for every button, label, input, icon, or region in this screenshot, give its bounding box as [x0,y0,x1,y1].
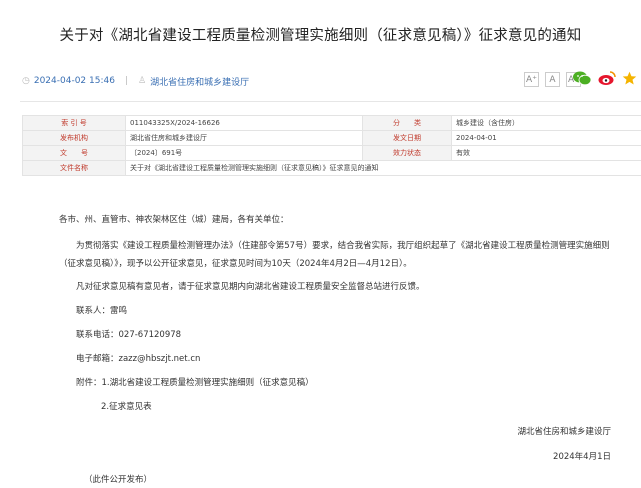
paragraph-purpose: 为贯彻落实《建设工程质量检测管理办法》（住建部令第57号）要求，结合我省实际，我… [59,241,610,269]
document-name: 关于对《湖北省建设工程质量检测管理实施细则（征求意见稿）》征求意见的通知 [125,160,641,176]
table-value: 〔2024〕691号 [125,145,363,161]
publish-note: （此件公开发布） [84,475,153,485]
article-title: 关于对《湖北省建设工程质量检测管理实施细则（征求意见稿）》征求意见的通知 [59,28,582,44]
table-value: 2024-04-01 [451,130,641,146]
person-icon: ♙ [138,76,147,86]
publish-datetime: 2024-04-02 15:46 [33,76,115,86]
article-source: 湖北省住房和城乡建设厅 [150,77,250,88]
table-value: 011043325X/2024-16626 [125,115,363,131]
font-increase-button[interactable]: A⁺ [524,72,539,87]
issuer-signature: 湖北省住房和城乡建设厅 [517,427,611,437]
attachment-2-link[interactable]: 2.征求意见表 [101,400,152,412]
table-value: 城乡建设（含住房） [451,115,641,131]
table-key: 分 类 [362,115,452,131]
star-icon[interactable] [622,71,637,86]
table-key: 发布机构 [22,130,126,146]
contact-phone: 联系电话：027-67120978 [76,330,182,340]
table-key: 文件名称 [22,160,126,176]
table-key: 发文日期 [362,130,452,146]
paragraph-feedback: 凡对征求意见稿有意见者，请于征求意见期内向湖北省建设工程质量安全监督总站进行反馈… [76,282,425,292]
document-info-table: 索 引 号 011043325X/2024-16626 分 类 城乡建设（含住房… [22,115,641,176]
table-value: 湖北省住房和城乡建设厅 [125,130,363,146]
contact-email[interactable]: 电子邮箱：zazz@hbszjt.net.cn [76,352,200,364]
table-row: 文件名称 关于对《湖北省建设工程质量检测管理实施细则（征求意见稿）》征求意见的通… [22,160,641,176]
table-row: 发布机构 湖北省住房和城乡建设厅 发文日期 2024-04-01 [22,130,641,146]
font-default-button[interactable]: A [545,72,560,87]
table-row: 文 号 〔2024〕691号 效力状态 有效 [22,145,641,161]
clock-icon: ◷ [22,76,30,86]
meta-divider [20,101,641,102]
article-page: 关于对《湖北省建设工程质量检测管理实施细则（征求意见稿）》征求意见的通知 ◷ 2… [0,0,641,488]
table-row: 索 引 号 011043325X/2024-16626 分 类 城乡建设（含住房… [22,115,641,131]
table-key: 索 引 号 [22,115,126,131]
article-meta: ◷ 2024-04-02 15:46 | ♙ 湖北省住房和城乡建设厅 A⁺ A … [22,70,641,92]
table-key: 效力状态 [362,145,452,161]
contact-person: 联系人：雷鸣 [76,306,128,316]
issue-date: 2024年4月1日 [553,452,611,462]
greeting: 各市、州、直管市、神农架林区住（城）建局，各有关单位： [59,215,289,225]
share-bar [572,70,637,86]
wechat-icon[interactable] [572,70,592,86]
table-value: 有效 [451,145,641,161]
meta-separator: | [124,76,129,86]
attachment-1-link[interactable]: 附件：1.湖北省建设工程质量检测管理实施细则（征求意见稿） [76,376,314,388]
table-key: 文 号 [22,145,126,161]
weibo-icon[interactable] [598,70,616,86]
